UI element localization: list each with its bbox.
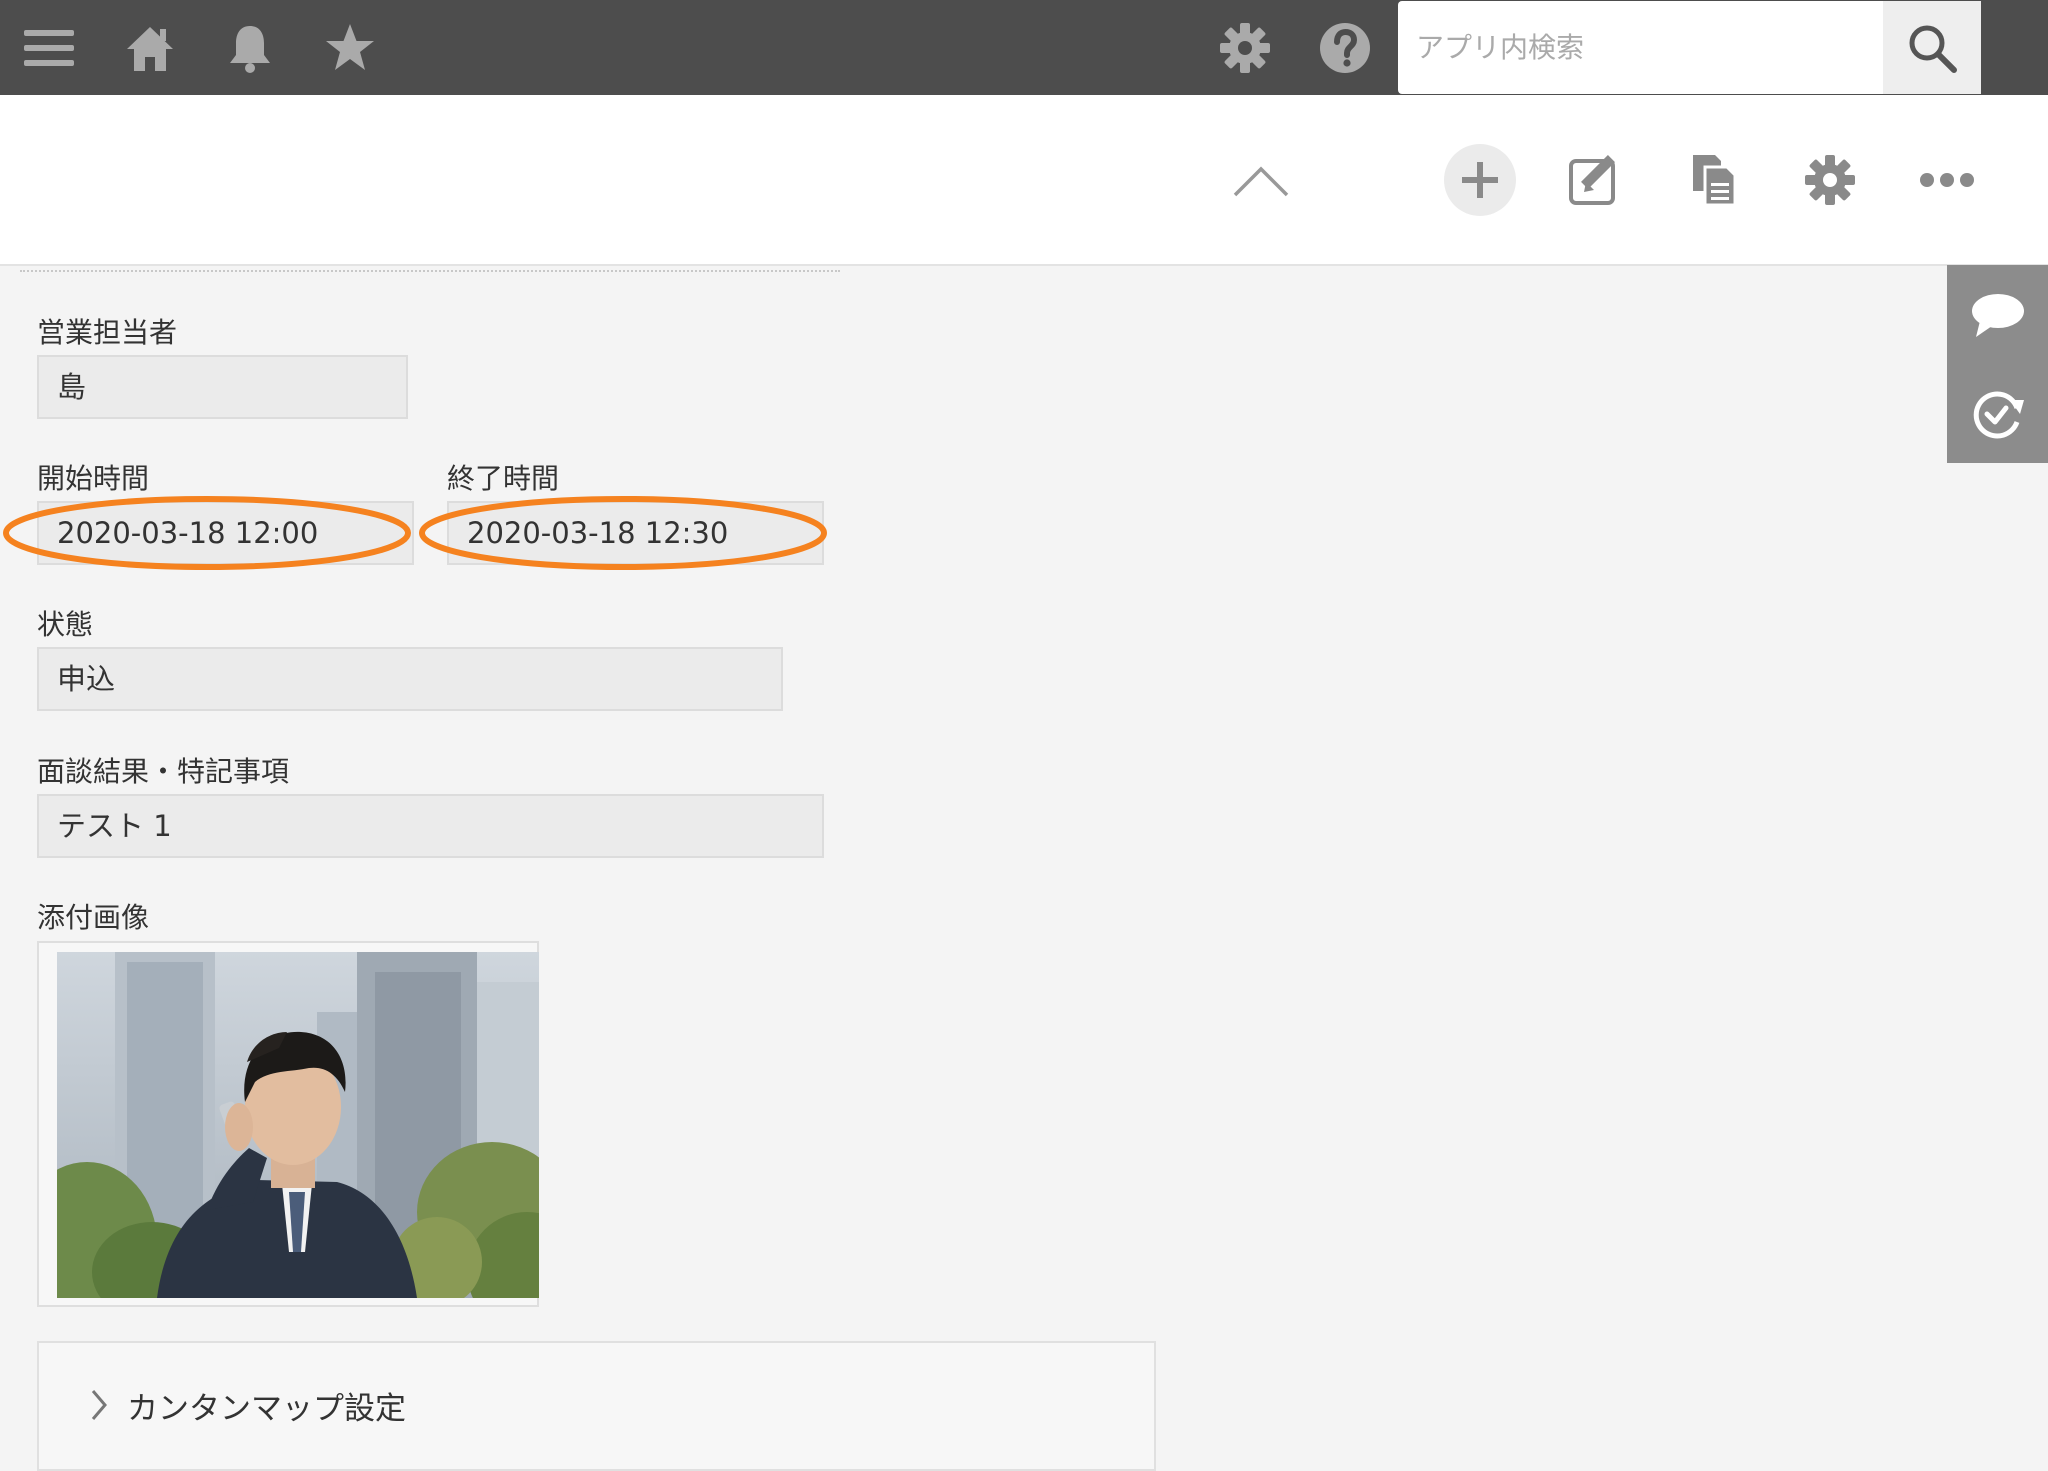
- history-button[interactable]: [1947, 364, 2048, 463]
- help-icon[interactable]: [1313, 16, 1377, 80]
- chevron-up-icon[interactable]: [1225, 145, 1297, 217]
- sales-rep-field: 島: [37, 355, 408, 419]
- add-record-button[interactable]: [1444, 144, 1516, 216]
- notes-label: 面談結果・特記事項: [37, 755, 290, 788]
- attached-photo[interactable]: [57, 952, 539, 1298]
- side-panel: [1947, 265, 2048, 463]
- duplicate-record-button[interactable]: [1677, 144, 1749, 216]
- comment-button[interactable]: [1947, 265, 2048, 364]
- end-time-field: 2020-03-18 12:30: [447, 501, 824, 565]
- comment-icon: [1971, 293, 2024, 337]
- edit-icon: [1569, 155, 1615, 205]
- attachment-frame: [37, 941, 539, 1307]
- more-icon: [1920, 173, 1974, 187]
- map-settings-section[interactable]: カンタンマップ設定: [37, 1341, 1156, 1471]
- end-time-label: 終了時間: [447, 462, 560, 495]
- map-settings-label: カンタンマップ設定: [127, 1391, 406, 1427]
- search-box: [1398, 1, 1883, 94]
- plus-icon: [1462, 162, 1498, 198]
- more-actions-button[interactable]: [1911, 144, 1983, 216]
- attachment-label: 添付画像: [37, 901, 150, 934]
- home-icon[interactable]: [118, 16, 182, 80]
- menu-icon[interactable]: [17, 16, 81, 80]
- chevron-right-icon: [91, 1390, 107, 1420]
- record-toolbar: [0, 95, 2048, 266]
- notes-field: テスト 1: [37, 794, 824, 858]
- copy-icon: [1693, 155, 1737, 207]
- record-settings-button[interactable]: [1794, 144, 1866, 216]
- edit-record-button[interactable]: [1560, 144, 1632, 216]
- section-divider: [20, 270, 840, 272]
- sales-rep-label: 営業担当者: [37, 316, 178, 349]
- search-icon: [1909, 25, 1957, 73]
- start-time-label: 開始時間: [37, 462, 150, 495]
- gear-icon[interactable]: [1213, 16, 1277, 80]
- star-icon[interactable]: [318, 16, 382, 80]
- global-header: [0, 0, 2048, 95]
- history-icon: [1973, 391, 2024, 438]
- start-time-field: 2020-03-18 12:00: [37, 501, 414, 565]
- bell-icon[interactable]: [218, 16, 282, 80]
- gear-icon: [1805, 155, 1855, 205]
- status-label: 状態: [37, 608, 94, 641]
- search-input[interactable]: [1398, 1, 1883, 94]
- status-field: 申込: [37, 647, 783, 711]
- search-button[interactable]: [1883, 1, 1981, 94]
